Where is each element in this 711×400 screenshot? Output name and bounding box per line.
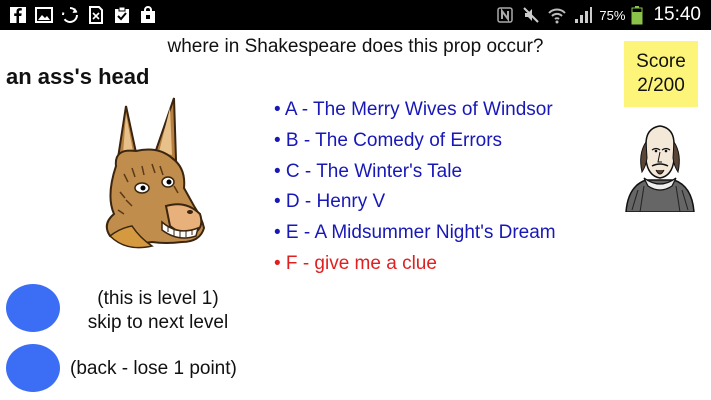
donkey-head-illustration <box>96 96 216 256</box>
sync-icon <box>60 5 80 25</box>
gallery-icon <box>34 5 54 25</box>
score-box: Score 2/200 <box>624 41 698 107</box>
score-label: Score <box>636 51 686 72</box>
facebook-icon <box>8 5 28 25</box>
option-e[interactable]: • E - A Midsummer Night's Dream <box>274 218 556 249</box>
prop-name: an ass's head <box>6 64 150 89</box>
system-icons: 75% 15:40 <box>495 0 701 30</box>
file-icon <box>86 5 106 25</box>
bag-icon <box>138 5 158 25</box>
clipboard-check-icon <box>112 5 132 25</box>
score-value: 2/200 <box>637 75 685 96</box>
shakespeare-portrait <box>622 120 698 213</box>
option-c[interactable]: • C - The Winter's Tale <box>274 156 556 187</box>
status-bar: 75% 15:40 <box>0 0 711 30</box>
wifi-icon <box>547 5 567 25</box>
signal-icon <box>573 5 593 25</box>
back-label[interactable]: (back - lose 1 point) <box>70 358 237 380</box>
option-b[interactable]: • B - The Comedy of Errors <box>274 126 556 157</box>
notification-icons <box>8 5 158 25</box>
skip-text: skip to next level <box>87 312 229 333</box>
back-button[interactable] <box>6 344 60 392</box>
battery-percentage: 75% <box>599 7 626 23</box>
clock: 15:40 <box>653 4 701 25</box>
mute-icon <box>521 5 541 25</box>
battery-icon <box>631 5 643 25</box>
option-f-clue[interactable]: • F - give me a clue <box>274 248 556 279</box>
answer-options: • A - The Merry Wives of Windsor • B - T… <box>274 95 556 279</box>
question-text: where in Shakespeare does this prop occu… <box>167 36 544 57</box>
skip-level-label[interactable]: (this is level 1) skip to next level <box>68 287 248 335</box>
option-a[interactable]: • A - The Merry Wives of Windsor <box>274 95 556 126</box>
level-indicator: (this is level 1) <box>97 288 219 309</box>
option-d[interactable]: • D - Henry V <box>274 187 556 218</box>
nfc-icon <box>495 5 515 25</box>
skip-level-button[interactable] <box>6 284 60 332</box>
